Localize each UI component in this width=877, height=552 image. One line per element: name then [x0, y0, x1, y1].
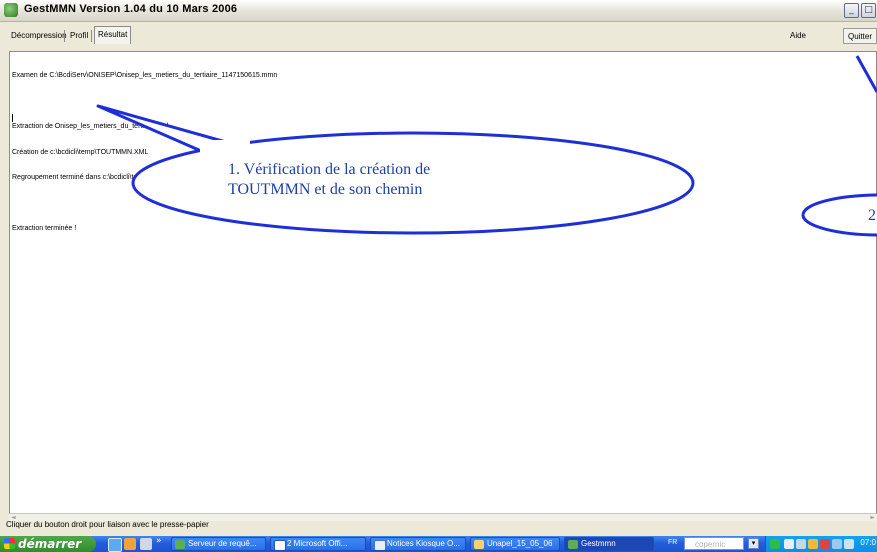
scroll-right-icon[interactable]: ►	[870, 514, 875, 521]
tab-separator	[64, 30, 65, 42]
status-bar: Cliquer du bouton droit pour liaison ave…	[0, 520, 877, 534]
app-icon	[175, 540, 185, 549]
tab-separator	[91, 30, 92, 42]
window-title: GestMMN Version 1.04 du 10 Mars 2006	[24, 3, 238, 15]
task-notices-kiosque[interactable]: Notices Kiosque O...	[370, 537, 466, 551]
task-unapel-folder[interactable]: Unapel_15_05_06	[470, 537, 560, 551]
language-indicator[interactable]: FR	[668, 539, 677, 546]
status-text: Cliquer du bouton droit pour liaison ave…	[6, 520, 209, 529]
title-bar: GestMMN Version 1.04 du 10 Mars 2006 _ □	[0, 0, 877, 22]
aide-button[interactable]: Aide	[786, 28, 810, 44]
word-icon	[274, 540, 286, 550]
browser-icon	[374, 540, 386, 550]
callout-1-text: 1. Vérification de la création de TOUTMM…	[228, 160, 430, 200]
app-icon	[568, 540, 578, 549]
callout-1-line2: TOUTMMN et de son chemin	[228, 181, 423, 198]
desktop-icon[interactable]	[108, 538, 122, 552]
folder-icon	[474, 540, 484, 549]
network-icon[interactable]	[770, 539, 780, 549]
taskbar: démarrer » Serveur de requê... 2 Microso…	[0, 536, 877, 552]
log-line: Extraction de Onisep_les_metiers_du_tert…	[12, 123, 169, 130]
log-line: ​	[12, 200, 277, 209]
windows-logo-icon	[4, 538, 15, 549]
quicklaunch-more-icon[interactable]: »	[156, 536, 162, 546]
callout-2-text: 2	[868, 207, 876, 224]
task-serveur-requete[interactable]: Serveur de requê...	[171, 537, 266, 551]
clock: 07:0	[860, 538, 876, 547]
quitter-button[interactable]: Quitter	[843, 28, 877, 44]
alert-icon[interactable]	[820, 539, 830, 549]
log-line: ​	[12, 98, 277, 107]
task-label: Serveur de requê...	[188, 539, 257, 548]
app-icon	[4, 3, 18, 17]
task-label: 2 Microsoft Offi...	[287, 539, 348, 548]
log-line: Création de c:\bcdicli\temp\TOUTMMN.XML	[12, 148, 149, 156]
start-button[interactable]: démarrer	[0, 536, 96, 552]
connection-icon[interactable]	[832, 539, 842, 549]
system-tray: 07:0	[765, 536, 877, 552]
tab-resultat[interactable]: Résultat	[94, 26, 132, 44]
chevron-down-icon[interactable]: ▾	[748, 538, 759, 549]
log-text: Examen de C:\BcdiServ\ONISEP\Onisep_les_…	[12, 55, 277, 251]
minimize-button[interactable]: _	[844, 3, 859, 18]
media-icon[interactable]	[124, 538, 136, 550]
explorer-icon[interactable]	[140, 538, 152, 550]
text-cursor	[12, 114, 13, 122]
task-label: Notices Kiosque O...	[387, 539, 460, 548]
task-gestmmn[interactable]: Gestmmn	[564, 537, 654, 551]
tab-decompression[interactable]: Décompression	[8, 28, 70, 43]
arrow-left-icon[interactable]	[784, 539, 794, 549]
security-icon[interactable]	[808, 539, 818, 549]
result-log-area[interactable]: Examen de C:\BcdiServ\ONISEP\Onisep_les_…	[9, 51, 877, 517]
volume-icon[interactable]	[796, 539, 806, 549]
search-input[interactable]: copernic	[684, 537, 744, 550]
log-line: Examen de C:\BcdiServ\ONISEP\Onisep_les_…	[12, 72, 278, 79]
task-microsoft-office[interactable]: 2 Microsoft Offi...	[270, 537, 366, 551]
start-label: démarrer	[18, 537, 82, 551]
display-icon[interactable]	[844, 539, 854, 549]
maximize-button[interactable]: □	[861, 3, 876, 18]
log-line: Extraction terminée !	[12, 225, 77, 232]
tab-bar: Décompression Profil Résultat	[0, 24, 877, 46]
task-label: Gestmmn	[581, 539, 616, 548]
task-label: Unapel_15_05_06	[487, 539, 553, 548]
tab-profil[interactable]: Profil	[67, 28, 91, 43]
callout-1-line1: 1. Vérification de la création de	[228, 161, 431, 178]
